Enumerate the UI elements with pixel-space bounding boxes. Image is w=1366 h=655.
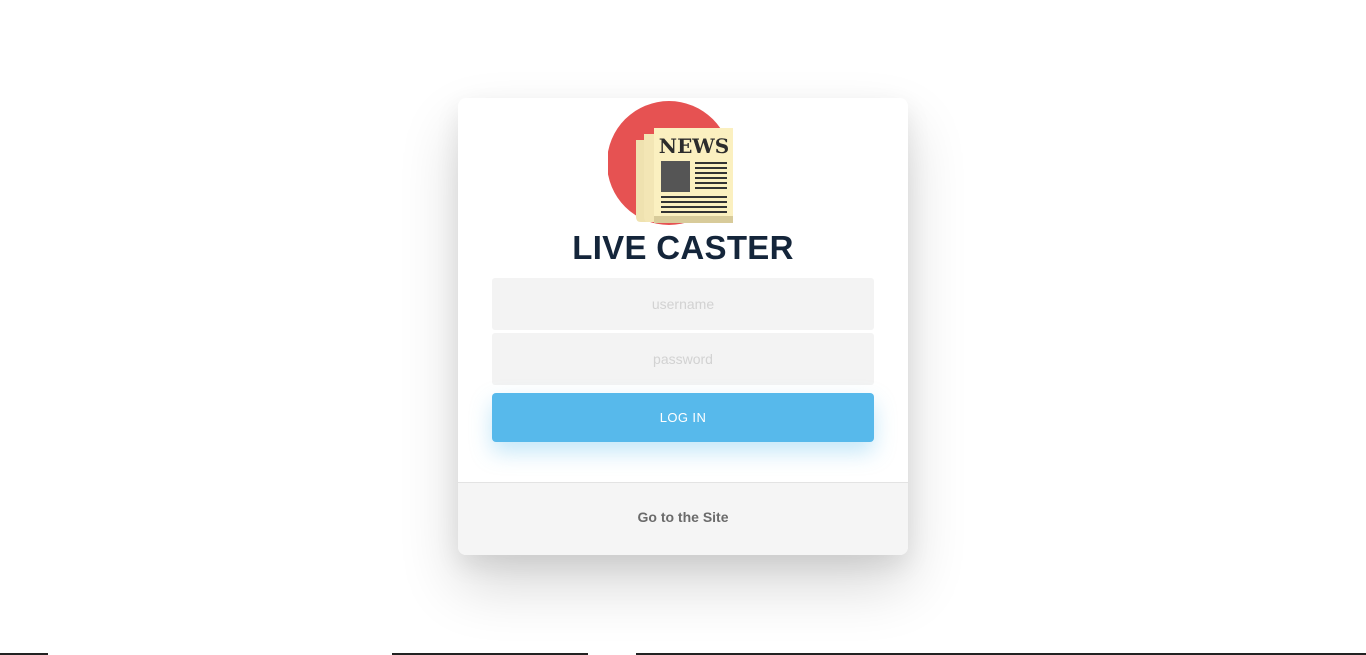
login-card: NEWS LIVE CASTER LOG IN (458, 98, 908, 555)
go-to-site-link[interactable]: Go to the Site (638, 509, 729, 525)
login-button[interactable]: LOG IN (492, 393, 874, 442)
news-logo-text: NEWS (659, 134, 729, 158)
login-page: NEWS LIVE CASTER LOG IN (0, 0, 1366, 655)
newspaper-icon: NEWS (607, 98, 738, 228)
app-title: LIVE CASTER (572, 229, 794, 266)
card-footer: Go to the Site (458, 482, 908, 555)
username-input[interactable] (492, 278, 874, 330)
password-input[interactable] (492, 333, 874, 385)
